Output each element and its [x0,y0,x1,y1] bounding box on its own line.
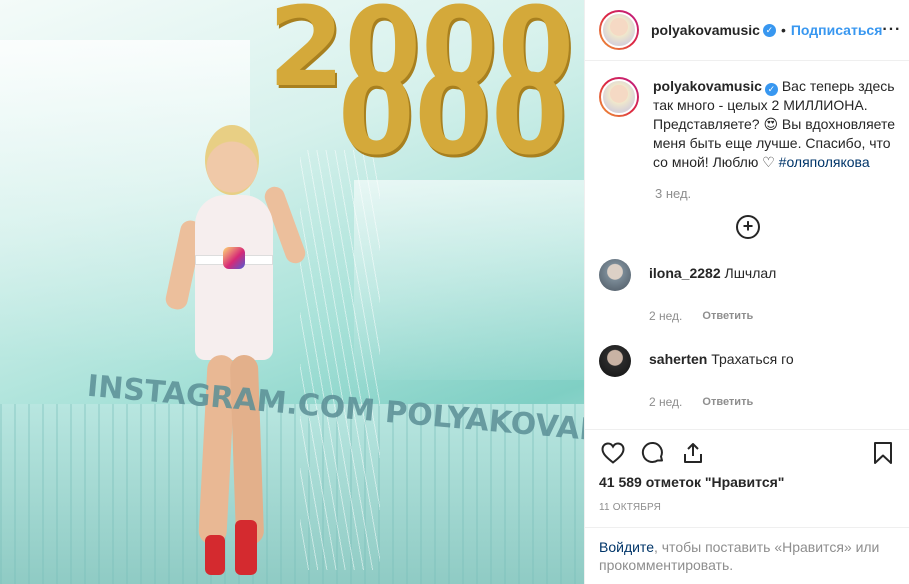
comment-icon[interactable] [639,439,667,467]
verified-badge-icon: ✓ [762,23,776,37]
login-link[interactable]: Войдите [599,539,654,555]
commenter-avatar[interactable] [599,345,631,377]
login-prompt: Войдите, чтобы поставить «Нравится» или … [585,527,909,584]
comment-item: ilona_2282 Лшчлал [599,259,897,291]
share-icon[interactable] [679,439,707,467]
caption-username[interactable]: polyakovamusic [653,78,762,94]
more-options-icon[interactable]: ··· [882,21,901,39]
comment-time[interactable]: 2 нед. [649,309,682,323]
comment-time[interactable]: 2 нед. [649,395,682,409]
comment-username[interactable]: ilona_2282 [649,265,721,281]
balloon-strings [300,150,380,570]
comments-section: polyakovamusic ✓ Вас теперь здесь так мно… [585,61,909,429]
heart-icon[interactable] [599,439,627,467]
author-avatar[interactable] [599,10,639,50]
reply-button[interactable]: Ответить [702,310,753,322]
comment-item: saherten Трахаться го [599,345,897,377]
bookmark-icon[interactable] [869,439,897,467]
post-caption: polyakovamusic ✓ Вас теперь здесь так мно… [599,77,897,172]
comment-text: Трахаться го [711,351,794,367]
instagram-logo-icon [223,247,245,269]
caption-hashtag[interactable]: #оляполякова [779,154,870,170]
author-username[interactable]: polyakovamusic [651,22,760,38]
plus-circle-icon[interactable]: + [736,215,760,239]
post-date: 11 ОКТЯБРЯ [599,502,662,513]
balloon-number-bottom: 000 [338,51,568,179]
caption-time[interactable]: 3 нед. [655,186,897,201]
action-icons [599,438,897,468]
comment-meta: 2 нед. Ответить [649,395,897,409]
post-sidebar: polyakovamusic ✓ • Подписаться ··· polya… [584,0,909,584]
model-figure [163,125,309,580]
follow-button[interactable]: Подписаться [791,22,883,38]
separator-dot: • [780,22,786,38]
comment-text: Лшчлал [724,265,777,281]
post-actions: 41 589 отметок "Нравится" 11 ОКТЯБРЯ [585,429,909,513]
instagram-post: 2000 000 INSTAGRAM.COM POLYAKOVAMUSIC po… [0,0,909,584]
likes-count[interactable]: 41 589 отметок "Нравится" [599,474,897,490]
reply-button[interactable]: Ответить [702,396,753,408]
background-building-right [354,180,584,380]
caption-avatar[interactable] [599,77,639,117]
post-photo[interactable]: 2000 000 INSTAGRAM.COM POLYAKOVAMUSIC [0,0,584,584]
comment-username[interactable]: saherten [649,351,707,367]
commenter-avatar[interactable] [599,259,631,291]
post-header: polyakovamusic ✓ • Подписаться ··· [585,0,909,61]
verified-badge-icon: ✓ [764,83,778,96]
load-more-comments[interactable]: + [599,215,897,239]
caption-text: polyakovamusic ✓ Вас теперь здесь так мно… [653,77,897,172]
comment-meta: 2 нед. Ответить [649,309,897,323]
